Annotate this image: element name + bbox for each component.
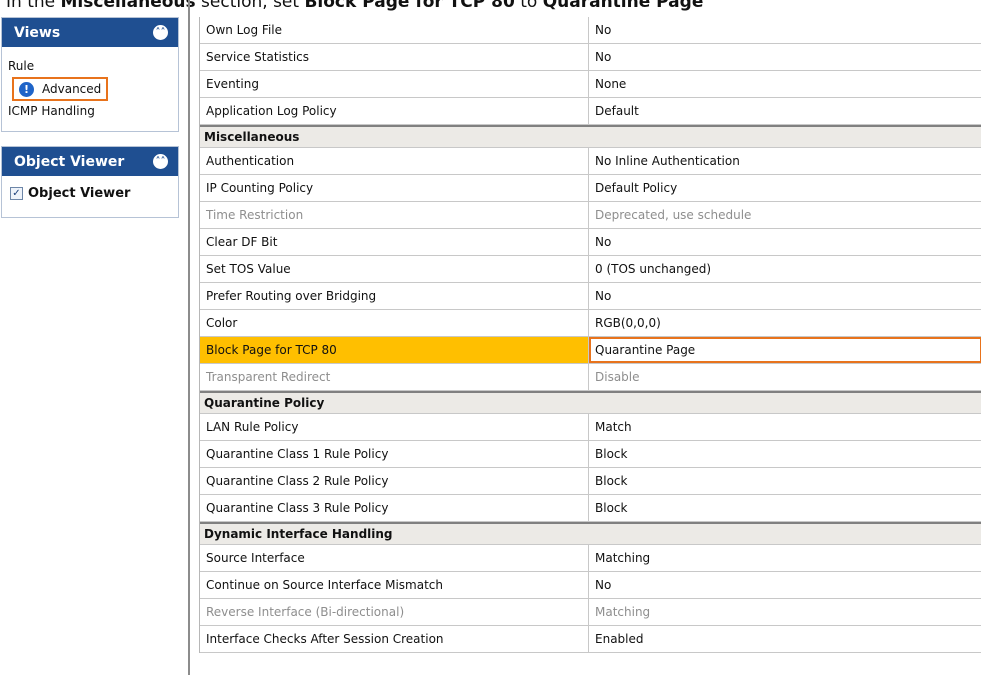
property-name: Quarantine Class 2 Rule Policy [200, 468, 589, 494]
property-value[interactable]: RGB(0,0,0) [589, 310, 981, 336]
object-viewer-panel: Object Viewer ˄˄ ✓ Object Viewer [1, 146, 179, 218]
instruction-connector: to [514, 0, 543, 12]
property-row[interactable]: Interface Checks After Session Creation … [200, 626, 981, 653]
property-row[interactable]: LAN Rule Policy Match [200, 414, 981, 441]
property-name: Quarantine Class 1 Rule Policy [200, 441, 589, 467]
object-viewer-panel-body: ✓ Object Viewer [2, 176, 178, 217]
instruction-text: In the Miscellaneous section, set Block … [6, 0, 703, 13]
property-value: Deprecated, use schedule [595, 208, 752, 222]
property-value[interactable]: Enabled [589, 626, 981, 652]
property-row[interactable]: Eventing None [200, 71, 981, 98]
property-row: Transparent Redirect Disable [200, 364, 981, 391]
property-row[interactable]: Application Log Policy Default [200, 98, 981, 125]
views-item-advanced[interactable]: ! Advanced [12, 77, 109, 101]
property-name: Clear DF Bit [200, 229, 589, 255]
instruction-field: Block Page for TCP 80 [304, 0, 515, 12]
views-item-advanced-label: Advanced [42, 82, 102, 96]
sidebar: Views ˄˄ Rule ! Advanced ICMP Handling O… [0, 17, 179, 218]
property-value[interactable]: Block [589, 468, 981, 494]
instruction-section: Miscellaneous [60, 0, 196, 12]
property-name: Continue on Source Interface Mismatch [200, 572, 589, 598]
collapse-object-viewer-icon[interactable]: ˄˄ [153, 154, 168, 169]
property-row[interactable]: Service Statistics No [200, 44, 981, 71]
views-panel: Views ˄˄ Rule ! Advanced ICMP Handling [1, 17, 179, 132]
property-name: Prefer Routing over Bridging [200, 283, 589, 309]
property-name: Interface Checks After Session Creation [200, 626, 589, 652]
property-value: Disable [595, 370, 640, 384]
views-item-icmp-handling[interactable]: ICMP Handling [8, 102, 178, 121]
property-name: Color [200, 310, 589, 336]
property-row[interactable]: IP Counting Policy Default Policy [200, 175, 981, 202]
property-value[interactable]: No [589, 572, 981, 598]
property-name: Block Page for TCP 80 [200, 337, 589, 363]
property-value[interactable]: Matching [589, 545, 981, 571]
instruction-value: Quarantine Page [542, 0, 704, 12]
views-item-rule[interactable]: Rule [8, 57, 178, 76]
checkbox-checked-icon[interactable]: ✓ [10, 187, 23, 200]
property-value[interactable]: 0 (TOS unchanged) [589, 256, 981, 282]
property-row[interactable]: Color RGB(0,0,0) [200, 310, 981, 337]
object-viewer-panel-title: Object Viewer [14, 153, 125, 170]
property-value[interactable]: Block [589, 495, 981, 521]
property-name: Service Statistics [200, 44, 589, 70]
property-row-block-page-tcp80[interactable]: Block Page for TCP 80 Quarantine Page [200, 337, 981, 364]
instruction-middle: section, set [195, 0, 305, 12]
property-name: Reverse Interface (Bi-directional) [200, 599, 589, 625]
object-viewer-checkbox-label: Object Viewer [28, 186, 131, 201]
property-grid: Own Log File No Service Statistics No Ev… [199, 17, 981, 653]
panel-splitter[interactable] [188, 0, 190, 675]
property-row[interactable]: Source Interface Matching [200, 545, 981, 572]
property-name: Authentication [200, 148, 589, 174]
property-value[interactable]: Default [589, 98, 981, 124]
property-name: Transparent Redirect [200, 364, 589, 390]
property-name: Application Log Policy [200, 98, 589, 124]
property-value[interactable]: Block [589, 441, 981, 467]
property-row[interactable]: Quarantine Class 2 Rule Policy Block [200, 468, 981, 495]
property-value[interactable]: Default Policy [589, 175, 981, 201]
property-name: IP Counting Policy [200, 175, 589, 201]
property-row: Time Restriction Deprecated, use schedul… [200, 202, 981, 229]
property-name: Time Restriction [200, 202, 589, 228]
views-panel-title: Views [14, 24, 61, 41]
views-panel-header[interactable]: Views ˄˄ [2, 18, 178, 47]
section-header-dynamic-interface-handling: Dynamic Interface Handling [200, 522, 981, 545]
property-row[interactable]: Clear DF Bit No [200, 229, 981, 256]
property-name: Eventing [200, 71, 589, 97]
object-viewer-checkbox-row[interactable]: ✓ Object Viewer [2, 182, 178, 203]
views-item-rule-label: Rule [8, 59, 35, 73]
property-value[interactable]: No Inline Authentication [589, 148, 981, 174]
block-page-value-dropdown[interactable]: Quarantine Page [589, 337, 981, 363]
section-header-quarantine-policy: Quarantine Policy [200, 391, 981, 414]
property-row[interactable]: Authentication No Inline Authentication [200, 148, 981, 175]
property-name: Set TOS Value [200, 256, 589, 282]
property-value[interactable]: No [589, 283, 981, 309]
collapse-views-icon[interactable]: ˄˄ [153, 25, 168, 40]
property-name: Quarantine Class 3 Rule Policy [200, 495, 589, 521]
info-icon: ! [19, 81, 34, 97]
property-row: Reverse Interface (Bi-directional) Match… [200, 599, 981, 626]
property-row[interactable]: Set TOS Value 0 (TOS unchanged) [200, 256, 981, 283]
object-viewer-panel-header[interactable]: Object Viewer ˄˄ [2, 147, 178, 176]
property-value[interactable]: No [589, 44, 981, 70]
section-header-miscellaneous: Miscellaneous [200, 125, 981, 148]
property-value: Matching [595, 605, 651, 619]
property-name: Own Log File [200, 17, 589, 43]
property-row[interactable]: Quarantine Class 1 Rule Policy Block [200, 441, 981, 468]
property-name: LAN Rule Policy [200, 414, 589, 440]
property-name: Source Interface [200, 545, 589, 571]
property-value[interactable]: No [589, 17, 981, 43]
instruction-prefix: In the [6, 0, 61, 12]
property-value[interactable]: Match [589, 414, 981, 440]
property-value[interactable]: No [589, 229, 981, 255]
property-row[interactable]: Quarantine Class 3 Rule Policy Block [200, 495, 981, 522]
property-row[interactable]: Continue on Source Interface Mismatch No [200, 572, 981, 599]
property-row[interactable]: Own Log File No [200, 17, 981, 44]
property-row[interactable]: Prefer Routing over Bridging No [200, 283, 981, 310]
views-item-icmp-label: ICMP Handling [8, 104, 95, 118]
views-panel-body: Rule ! Advanced ICMP Handling [2, 47, 178, 131]
property-value[interactable]: None [589, 71, 981, 97]
